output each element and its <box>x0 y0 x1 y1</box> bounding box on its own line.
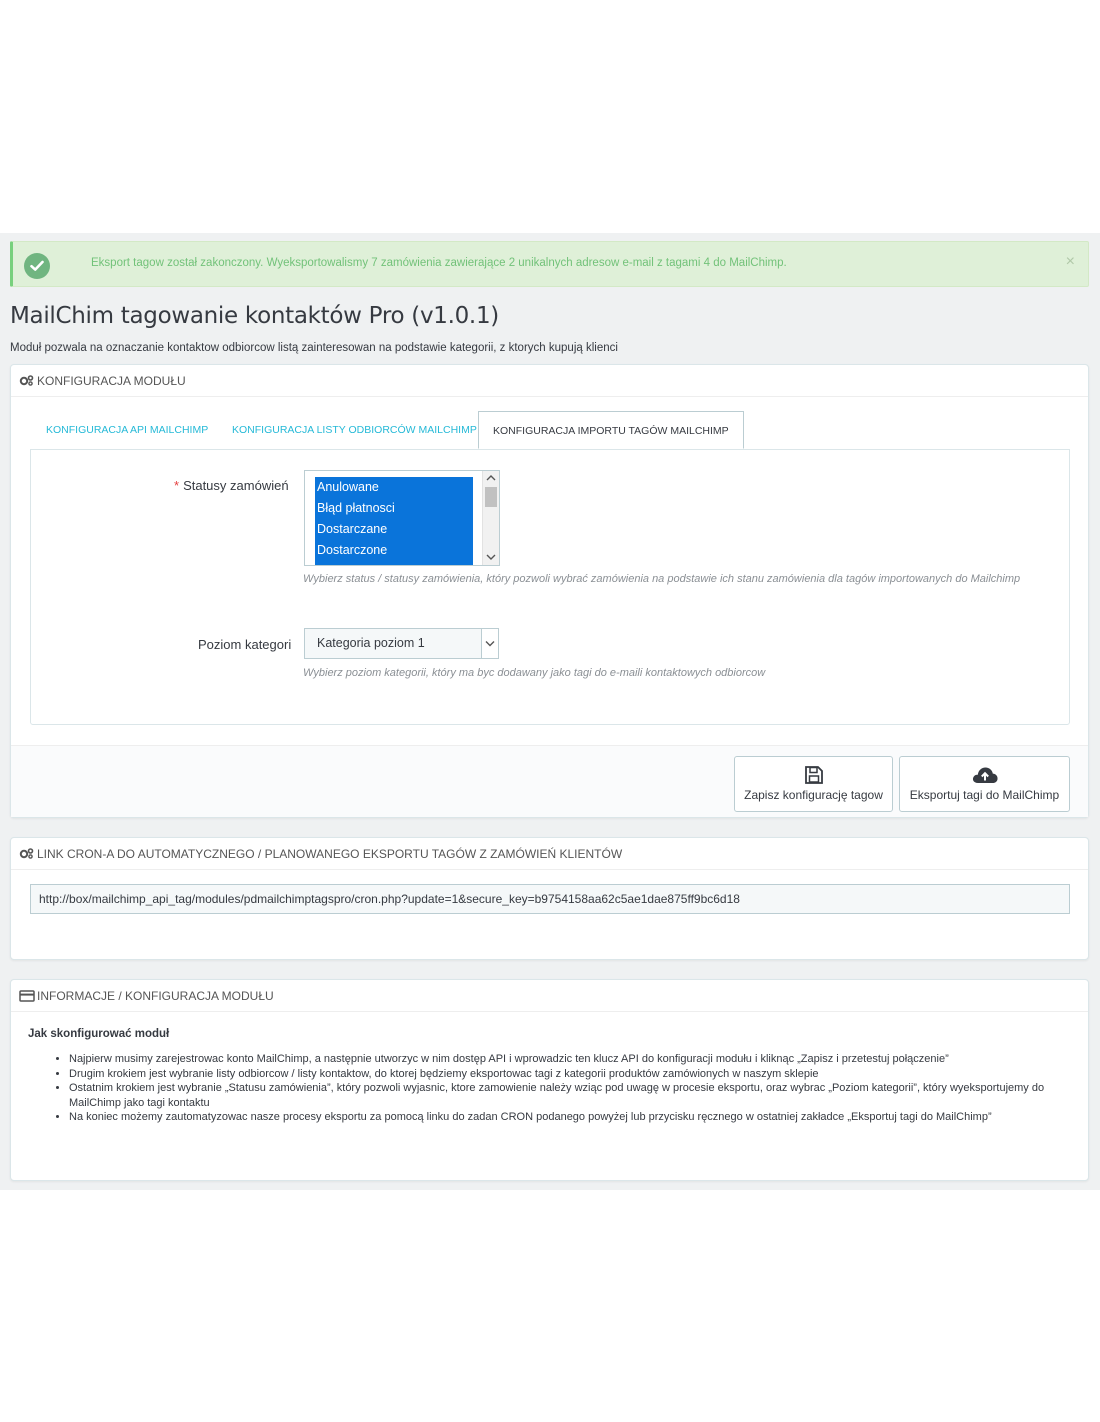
cogs-icon <box>19 375 34 386</box>
order-status-listbox[interactable]: Anulowane Błąd płatnosci Dostarczane Dos… <box>304 470 500 566</box>
cloud-upload-icon <box>900 765 1069 785</box>
info-section-title: Jak skonfigurować moduł <box>28 1028 170 1040</box>
chevron-down-icon[interactable] <box>486 553 496 561</box>
export-button-label: Eksportuj tagi do MailChimp <box>909 788 1060 802</box>
status-option[interactable]: Błąd płatnosci <box>315 498 473 519</box>
scrollbar-thumb[interactable] <box>485 487 497 507</box>
check-circle-icon <box>24 253 50 279</box>
category-level-label: Poziom kategori <box>198 637 292 652</box>
info-panel: INFORMACJE / KONFIGURACJA MODUŁU Jak sko… <box>10 979 1089 1181</box>
alert-message: Eksport tagow został zakonczony. Wyekspo… <box>91 257 787 269</box>
category-level-help: Wybierz poziom kategorii, który ma byc d… <box>303 667 766 679</box>
statuses-label-text: Statusy zamówień <box>183 478 289 493</box>
list-item: Najpierw musimy zarejestrowac konto Mail… <box>69 1052 1069 1067</box>
chevron-up-icon[interactable] <box>486 474 496 482</box>
required-mark: * <box>174 478 180 493</box>
status-option-partial[interactable] <box>315 561 473 565</box>
config-panel-title: KONFIGURACJA MODUŁU <box>37 373 186 388</box>
info-panel-heading: INFORMACJE / KONFIGURACJA MODUŁU <box>11 980 1088 1012</box>
status-option[interactable]: Dostarczane <box>315 519 473 540</box>
category-level-select[interactable]: Kategoria poziom 1 <box>304 628 499 659</box>
tab-api-config[interactable]: KONFIGURACJA API MAILCHIMP <box>46 411 208 449</box>
list-item: Na koniec możemy zautomatyzowac nasze pr… <box>69 1110 1069 1125</box>
save-icon <box>735 765 892 785</box>
export-tags-button[interactable]: Eksportuj tagi do MailChimp <box>899 756 1070 812</box>
list-item: Drugim krokiem jest wybranie listy odbio… <box>69 1067 1069 1082</box>
statuses-label: * Statusy zamówień <box>174 478 289 493</box>
cron-panel-title: LINK CRON-A DO AUTOMATYCZNEGO / PLANOWAN… <box>37 846 623 861</box>
info-panel-title: INFORMACJE / KONFIGURACJA MODUŁU <box>37 988 274 1003</box>
config-panel: KONFIGURACJA MODUŁU KONFIGURACJA API MAI… <box>10 364 1089 818</box>
tab-content: * Statusy zamówień Anulowane Błąd płatnos… <box>30 449 1070 725</box>
admin-content: Eksport tagow został zakonczony. Wyekspo… <box>0 233 1100 1190</box>
panel-footer: Zapisz konfigurację tagow Eksportuj tagi… <box>11 745 1088 817</box>
list-item: Ostatnim krokiem jest wybranie „Statusu … <box>69 1081 1069 1110</box>
credit-card-icon <box>19 989 35 1002</box>
cron-panel-heading: LINK CRON-A DO AUTOMATYCZNEGO / PLANOWAN… <box>11 838 1088 870</box>
statuses-help: Wybierz status / statusy zamówienia, któ… <box>303 573 1021 585</box>
cron-url-field[interactable]: http://box/mailchimp_api_tag/modules/pdm… <box>30 884 1070 914</box>
category-level-value: Kategoria poziom 1 <box>317 636 425 650</box>
save-button-label: Zapisz konfigurację tagow <box>744 788 883 802</box>
page-description: Moduł pozwala na oznaczanie kontaktow od… <box>10 342 618 354</box>
save-tags-config-button[interactable]: Zapisz konfigurację tagow <box>734 756 893 812</box>
status-option[interactable]: Dostarczone <box>315 540 473 561</box>
success-alert: Eksport tagow został zakonczony. Wyekspo… <box>10 241 1089 287</box>
status-option[interactable]: Anulowane <box>315 477 473 498</box>
cron-panel: LINK CRON-A DO AUTOMATYCZNEGO / PLANOWAN… <box>10 837 1089 960</box>
config-panel-heading: KONFIGURACJA MODUŁU <box>11 365 1088 397</box>
tab-list-config[interactable]: KONFIGURACJA LISTY ODBIORCÓW MAILCHIMP <box>232 411 477 449</box>
cogs-icon <box>19 848 34 859</box>
page-title: MailChim tagowanie kontaktów Pro (v1.0.1… <box>10 303 499 329</box>
chevron-down-icon[interactable] <box>481 629 498 658</box>
info-steps-list: Najpierw musimy zarejestrowac konto Mail… <box>69 1052 1069 1125</box>
close-icon[interactable]: × <box>1066 254 1075 270</box>
tab-import-config[interactable]: KONFIGURACJA IMPORTU TAGÓW MAILCHIMP <box>478 411 744 449</box>
listbox-scrollbar[interactable] <box>482 471 499 565</box>
